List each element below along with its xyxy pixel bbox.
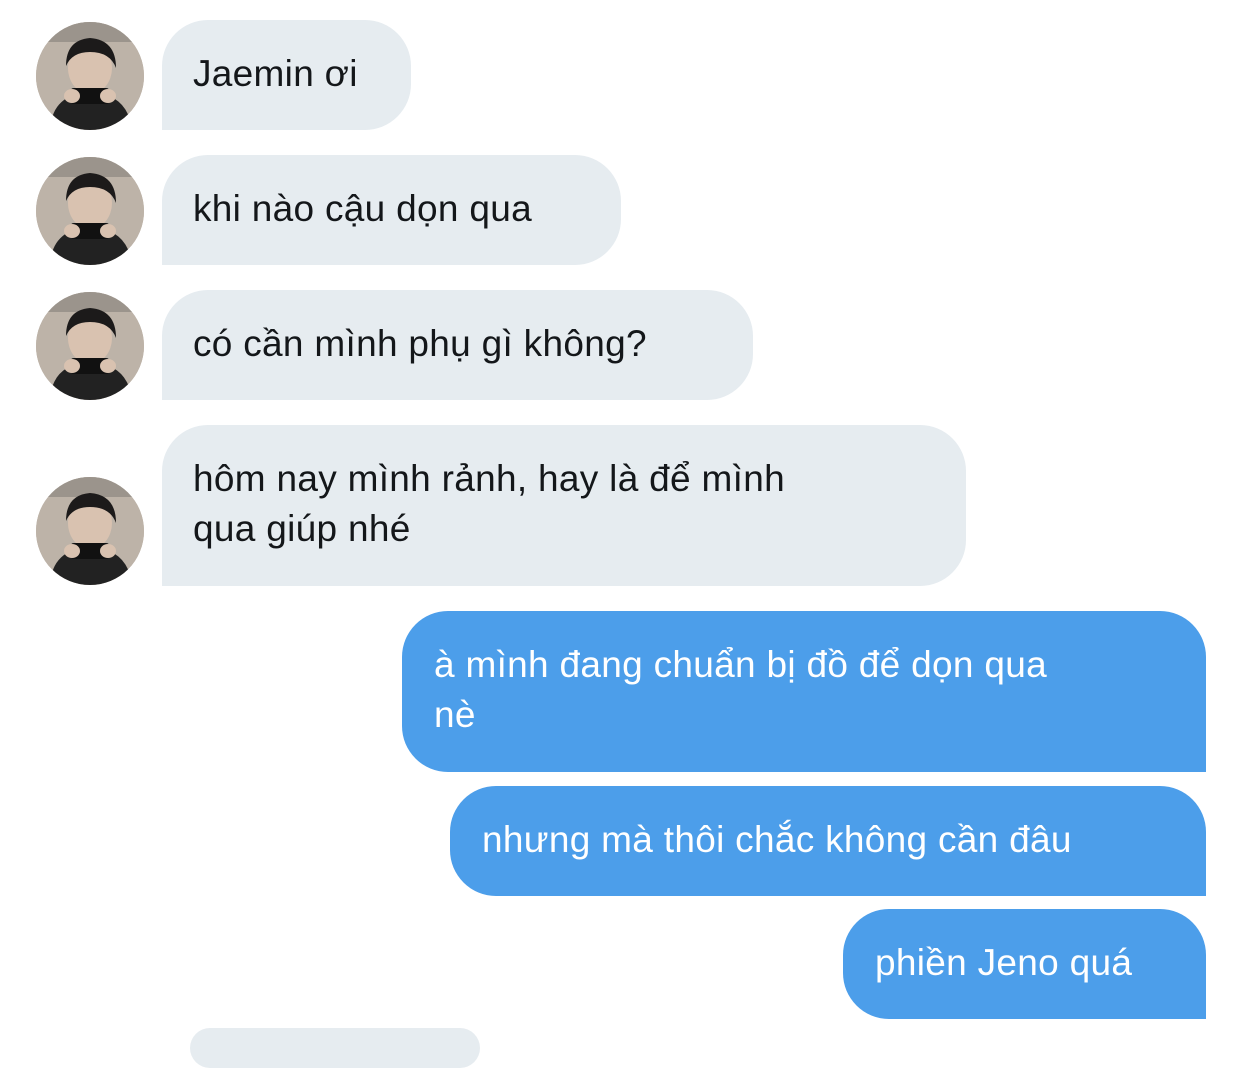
message-text: Jaemin ơi [193, 53, 358, 94]
message-text: phiền Jeno quá [875, 942, 1133, 983]
outgoing-message-bubble[interactable]: nhưng mà thôi chắc không cần đâu [450, 786, 1206, 896]
person-photo-icon [36, 157, 144, 265]
incoming-message-bubble[interactable]: hôm nay mình rảnh, hay là để mình qua gi… [162, 425, 966, 586]
message-text: nhưng mà thôi chắc không cần đâu [482, 819, 1072, 860]
person-photo-icon [36, 292, 144, 400]
message-text-line: à mình đang chuẩn bị đồ để dọn qua [434, 644, 1047, 685]
incoming-message-bubble[interactable]: có cần mình phụ gì không? [162, 290, 753, 400]
person-photo-icon [36, 477, 144, 585]
message-text-line: nè [434, 694, 476, 735]
person-photo-icon [36, 22, 144, 130]
message-text: khi nào cậu dọn qua [193, 188, 532, 229]
incoming-message-bubble-partial[interactable] [190, 1028, 480, 1068]
outgoing-message-bubble[interactable]: à mình đang chuẩn bị đồ để dọn qua nè [402, 611, 1206, 772]
incoming-message-bubble[interactable]: khi nào cậu dọn qua [162, 155, 621, 265]
outgoing-message-bubble[interactable]: phiền Jeno quá [843, 909, 1206, 1019]
message-text: có cần mình phụ gì không? [193, 323, 647, 364]
message-text-line: qua giúp nhé [193, 508, 411, 549]
sender-avatar[interactable] [36, 157, 144, 265]
incoming-message-bubble[interactable]: Jaemin ơi [162, 20, 411, 130]
message-text-line: hôm nay mình rảnh, hay là để mình [193, 458, 785, 499]
sender-avatar[interactable] [36, 22, 144, 130]
sender-avatar[interactable] [36, 292, 144, 400]
sender-avatar[interactable] [36, 477, 144, 585]
